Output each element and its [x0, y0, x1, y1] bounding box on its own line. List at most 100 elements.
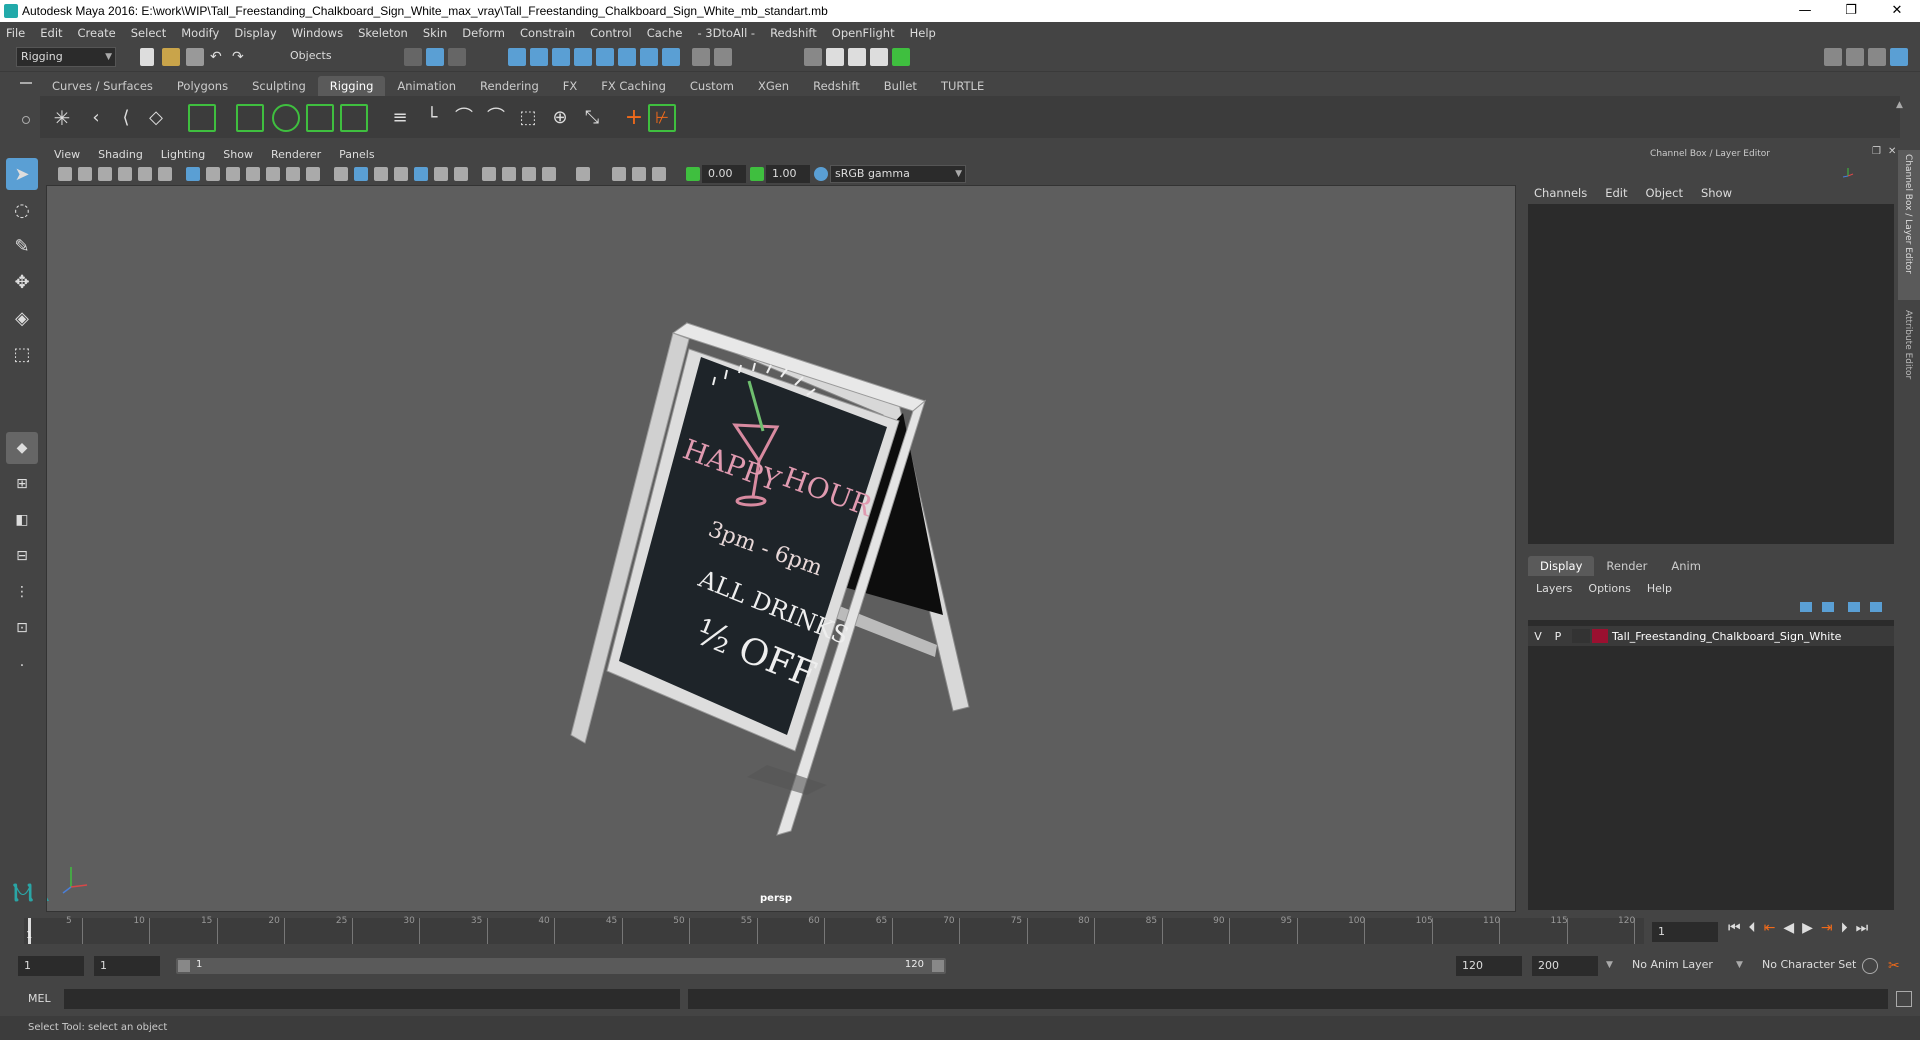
- snap-live-icon[interactable]: [596, 48, 614, 66]
- create-joints-icon[interactable]: ✳: [50, 106, 74, 130]
- hik-skeleton-icon[interactable]: +: [622, 106, 646, 130]
- menu-3dtoall[interactable]: - 3DtoAll -: [697, 26, 755, 40]
- snap-surface-icon[interactable]: [618, 48, 636, 66]
- anim-layer-dropdown[interactable]: ▼ No Anim Layer: [1606, 956, 1736, 976]
- chalkboard-sign-model[interactable]: HAPPY HOUR 3pm - 6pm ALL DRINKS ½ OFF: [47, 145, 1517, 913]
- safe-title-icon[interactable]: [306, 167, 320, 181]
- viewport-menu-show[interactable]: Show: [223, 148, 253, 161]
- persp-uv-layout-icon[interactable]: ⊡: [6, 612, 38, 644]
- isolate-select-icon[interactable]: [576, 167, 590, 181]
- render-frame-icon[interactable]: [826, 48, 844, 66]
- side-tab-channel-box[interactable]: Channel Box / Layer Editor: [1898, 150, 1920, 300]
- safe-action-icon[interactable]: [286, 167, 300, 181]
- layer-menu-options[interactable]: Options: [1588, 582, 1630, 595]
- shelf-tab-animation[interactable]: Animation: [385, 76, 468, 96]
- new-layer-icon[interactable]: [1848, 602, 1860, 612]
- persp-graph-layout-icon[interactable]: ⊟: [6, 540, 38, 572]
- shelf-tab-redshift[interactable]: Redshift: [801, 76, 872, 96]
- menu-redshift[interactable]: Redshift: [770, 26, 817, 40]
- screen-space-ao-icon[interactable]: [482, 167, 496, 181]
- select-component-icon[interactable]: [448, 48, 466, 66]
- gamma-toggle-icon[interactable]: [750, 167, 764, 181]
- menu-file[interactable]: File: [6, 26, 25, 40]
- layer-name[interactable]: Tall_Freestanding_Chalkboard_Sign_White: [1612, 630, 1841, 643]
- scale-constraint-icon[interactable]: ⬚: [516, 106, 540, 130]
- motion-blur-icon[interactable]: [502, 167, 516, 181]
- current-frame-field[interactable]: 1: [1652, 922, 1718, 942]
- ik-spline-icon[interactable]: ⟨: [114, 106, 138, 130]
- scale-tool-icon[interactable]: ⬚: [6, 338, 38, 370]
- image-plane-icon[interactable]: [118, 167, 132, 181]
- panel-close-icon[interactable]: ✕: [1888, 146, 1896, 157]
- animation-start-field[interactable]: 1: [18, 956, 84, 976]
- paint-weights-icon[interactable]: ≡: [388, 106, 412, 130]
- layer-tab-render[interactable]: Render: [1594, 556, 1659, 576]
- shelf-menu-icon[interactable]: [20, 82, 32, 84]
- wrap-deformer-icon[interactable]: [340, 104, 368, 132]
- menu-cache[interactable]: Cache: [647, 26, 683, 40]
- cluster-icon[interactable]: [236, 104, 264, 132]
- menu-constrain[interactable]: Constrain: [520, 26, 575, 40]
- shelf-tab-curves-surfaces[interactable]: Curves / Surfaces: [40, 76, 165, 96]
- mirror-joint-icon[interactable]: ◇: [144, 106, 168, 130]
- menu-select[interactable]: Select: [131, 26, 166, 40]
- channel-menu-show[interactable]: Show: [1701, 186, 1732, 200]
- snap-curve-icon[interactable]: [530, 48, 548, 66]
- save-scene-icon[interactable]: [186, 48, 204, 66]
- go-to-start-icon[interactable]: ⏮: [1728, 920, 1741, 936]
- channel-list[interactable]: [1528, 204, 1894, 544]
- shelf-tab-polygons[interactable]: Polygons: [165, 76, 240, 96]
- go-to-end-icon[interactable]: ⏭: [1856, 920, 1869, 936]
- playback-end-field[interactable]: 120: [1456, 956, 1522, 976]
- bind-skin-icon[interactable]: [272, 104, 300, 132]
- rotate-tool-icon[interactable]: ◈: [6, 302, 38, 334]
- menu-help[interactable]: Help: [910, 26, 936, 40]
- layer-row[interactable]: V P Tall_Freestanding_Chalkboard_Sign_Wh…: [1528, 626, 1894, 646]
- close-button[interactable]: ✕: [1874, 0, 1920, 22]
- minimize-button[interactable]: —: [1782, 0, 1828, 22]
- panel-float-icon[interactable]: ❐: [1872, 146, 1881, 157]
- aim-constraint-icon[interactable]: ⊕: [548, 106, 572, 130]
- viewport-menu-shading[interactable]: Shading: [98, 148, 143, 161]
- range-start-handle[interactable]: [178, 960, 190, 972]
- menu-create[interactable]: Create: [78, 26, 116, 40]
- menu-deform[interactable]: Deform: [462, 26, 505, 40]
- shelf-scroll-icon[interactable]: ▲: [1896, 100, 1903, 110]
- channel-menu-edit[interactable]: Edit: [1605, 186, 1627, 200]
- gate-mask-icon[interactable]: [246, 167, 260, 181]
- channel-box-toggle-icon[interactable]: [1890, 48, 1908, 66]
- menu-display[interactable]: Display: [234, 26, 276, 40]
- xray-joints-icon[interactable]: [612, 167, 626, 181]
- shelf-tab-rendering[interactable]: Rendering: [468, 76, 551, 96]
- viewport-menu-panels[interactable]: Panels: [339, 148, 374, 161]
- paint-select-tool-icon[interactable]: ✎: [6, 230, 38, 262]
- ik-handle-icon[interactable]: ‹: [84, 106, 108, 130]
- shelf-tab-turtle[interactable]: TURTLE: [929, 76, 996, 96]
- move-layer-down-icon[interactable]: [1822, 602, 1834, 612]
- restore-button[interactable]: ❐: [1828, 0, 1874, 22]
- range-end-handle[interactable]: [932, 960, 944, 972]
- camera-select-icon[interactable]: [58, 167, 72, 181]
- playback-start-field[interactable]: 1: [94, 956, 160, 976]
- smooth-shade-icon[interactable]: [354, 167, 368, 181]
- undo-icon[interactable]: ↶: [210, 48, 228, 66]
- shelf-tab-fx[interactable]: FX: [551, 76, 590, 96]
- command-language-label[interactable]: MEL: [28, 992, 51, 1005]
- ipr-render-icon[interactable]: [848, 48, 866, 66]
- snap-help-icon[interactable]: [662, 48, 680, 66]
- hik-character-icon[interactable]: ⊬: [648, 104, 676, 132]
- play-forwards-icon[interactable]: ▶: [1802, 920, 1813, 936]
- film-gate-icon[interactable]: [206, 167, 220, 181]
- new-scene-icon[interactable]: [140, 48, 154, 66]
- layer-type-toggle[interactable]: [1572, 629, 1590, 643]
- perspective-viewport[interactable]: HAPPY HOUR 3pm - 6pm ALL DRINKS ½ OFF: [46, 144, 1516, 912]
- more-layouts-icon[interactable]: ·: [6, 650, 38, 682]
- exposure-toggle-icon[interactable]: [686, 167, 700, 181]
- shelf-settings-icon[interactable]: [22, 116, 30, 124]
- shelf-tab-sculpting[interactable]: Sculpting: [240, 76, 318, 96]
- menu-skin[interactable]: Skin: [423, 26, 447, 40]
- snap-view-plane-icon[interactable]: [574, 48, 592, 66]
- menu-edit[interactable]: Edit: [40, 26, 62, 40]
- shelf-tab-xgen[interactable]: XGen: [746, 76, 801, 96]
- wireframe-on-shaded-icon[interactable]: [374, 167, 388, 181]
